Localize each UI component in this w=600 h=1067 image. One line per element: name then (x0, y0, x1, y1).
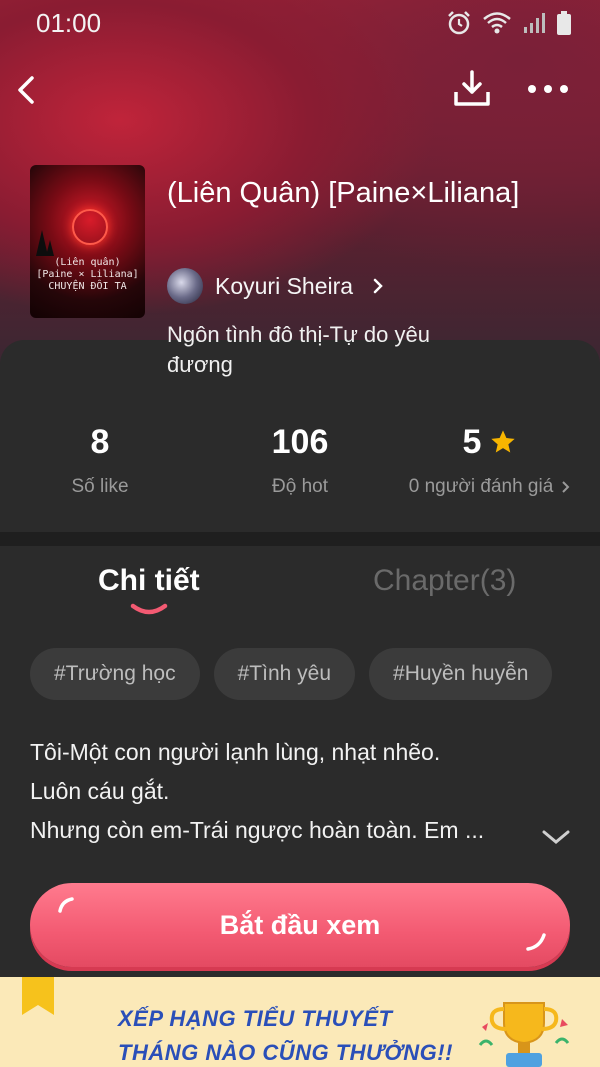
stats-row: 8 Số like 106 Độ hot 5 0 người đánh giá (0, 420, 600, 520)
cover-line-1: (Liên quân) (54, 257, 121, 268)
tab-chapters[interactable]: Chapter(3) (373, 564, 516, 598)
stat-hot: 106 Độ hot (200, 420, 400, 498)
tag-chip[interactable]: #Tình yêu (213, 648, 356, 700)
rating-value: 5 (462, 423, 482, 461)
author-link[interactable]: Koyuri Sheira (167, 266, 385, 306)
signal-icon (524, 13, 545, 33)
more-icon[interactable] (524, 72, 572, 106)
status-bar: 01:00 (0, 0, 600, 46)
tab-bar: Chi tiết Chapter(3) (0, 558, 600, 628)
avatar (167, 268, 203, 304)
tag-chip[interactable]: #Huyền huyễn (369, 648, 553, 700)
story-genre: Ngôn tình đô thị-Tự do yêu đương (167, 322, 430, 377)
author-name: Koyuri Sheira (215, 272, 354, 299)
story-description: Tôi-Một con người lạnh lùng, nhạt nhẽo. … (30, 733, 550, 850)
stat-likes: 8 Số like (0, 420, 200, 498)
cover-line-2: [Paine × Liliana] (36, 269, 139, 280)
tag-list: #Trường học #Tình yêu #Huyền huyễn (30, 648, 553, 702)
chevron-down-icon[interactable] (540, 826, 572, 848)
ribbon-icon (22, 977, 54, 1015)
wifi-icon (483, 12, 511, 34)
start-reading-label: Bắt đầu xem (219, 909, 381, 940)
alarm-icon (448, 11, 470, 35)
battery-icon (557, 11, 571, 35)
tab-details[interactable]: Chi tiết (98, 564, 200, 598)
chevron-right-icon (562, 481, 570, 493)
shine-decoration (526, 933, 546, 951)
likes-label: Số like (71, 476, 129, 497)
start-reading-button[interactable]: Bắt đầu xem (30, 883, 570, 967)
banner-line-1: XẾP HẠNG TIỂU THUYẾT (118, 1006, 393, 1031)
likes-count: 8 (90, 423, 110, 461)
cover-trees (36, 230, 54, 256)
stat-rating[interactable]: 5 0 người đánh giá (390, 420, 590, 498)
star-icon (491, 430, 516, 453)
cover-line-3: CHUYỆN ĐÔI TA (48, 281, 127, 292)
tag-chip[interactable]: #Trường học (30, 648, 200, 700)
status-time: 01:00 (36, 8, 102, 38)
top-navigation (0, 64, 600, 114)
promo-banner[interactable]: XẾP HẠNG TIỂU THUYẾT THÁNG NÀO CŨNG THƯỞ… (0, 977, 600, 1067)
chevron-right-icon (373, 278, 383, 294)
hot-count: 106 (271, 423, 329, 461)
description-line: Nhưng còn em-Trái ngược hoàn toàn. Em ..… (30, 817, 485, 843)
book-cover[interactable]: (Liên quân) [Paine × Liliana] CHUYỆN ĐÔI… (30, 165, 145, 318)
download-icon[interactable] (450, 68, 494, 110)
chevron-left-icon[interactable] (12, 70, 42, 110)
section-divider (0, 532, 600, 546)
description-line: Tôi-Một con người lạnh lùng, nhạt nhẽo. (30, 739, 441, 765)
shine-decoration (58, 897, 74, 913)
story-title: (Liên Quân) [Paine×Liliana] (167, 177, 520, 209)
trophy-icon (478, 1002, 570, 1067)
banner-line-2: THÁNG NÀO CŨNG THƯỞNG!! (118, 1040, 453, 1065)
hot-label: Độ hot (272, 476, 328, 497)
rating-count-label: 0 người đánh giá (408, 476, 554, 497)
description-line: Luôn cáu gắt. (30, 778, 170, 804)
tab-active-indicator (130, 603, 168, 615)
